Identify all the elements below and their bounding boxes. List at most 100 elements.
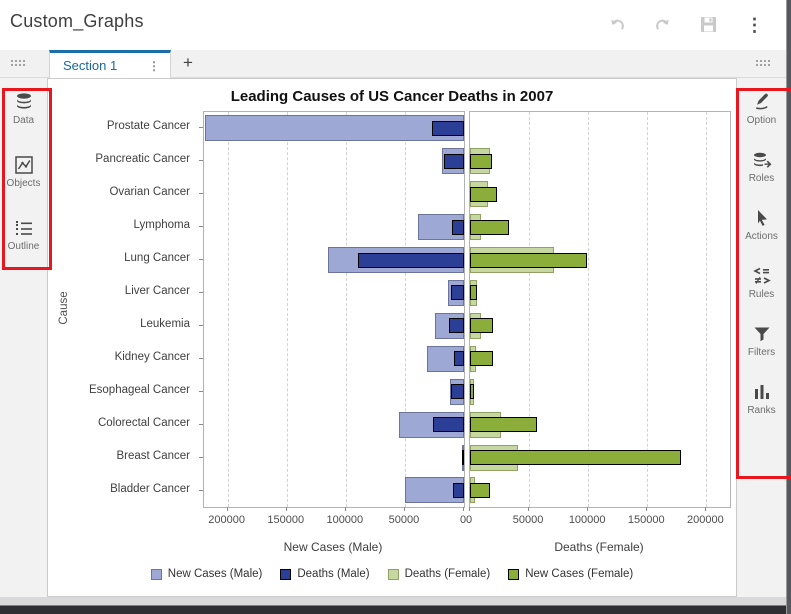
sidebar-item-rules[interactable]: Rules [737, 266, 786, 300]
legend-item-deaths-female[interactable]: Deaths (Female) [387, 568, 490, 580]
bar-new-cases-female-breast-cancer[interactable] [470, 450, 681, 466]
bar-new-cases-female-liver-cancer[interactable] [470, 285, 477, 301]
x-tick-mark [469, 507, 470, 511]
x-axis-title-left: New Cases (Male) [283, 540, 383, 554]
options-pencil-icon [755, 93, 768, 110]
x-tick-label: 50000 [512, 514, 544, 526]
sidebar-item-ranks[interactable]: Ranks [737, 382, 786, 416]
x-tick-label: 200000 [687, 514, 724, 526]
bar-new-cases-female-lung-cancer[interactable] [470, 252, 587, 268]
gridline [529, 112, 531, 507]
bar-new-cases-female-bladder-cancer[interactable] [470, 482, 491, 498]
sidebar-item-options[interactable]: Option [737, 92, 786, 126]
add-section-button[interactable]: + [179, 53, 197, 73]
sidebar-item-outline[interactable]: Outline [0, 218, 47, 252]
rules-compare-icon [752, 267, 771, 284]
x-tick-label: 50000 [388, 514, 420, 526]
bar-deaths-male-lung-cancer[interactable] [358, 252, 464, 268]
save-icon[interactable] [699, 15, 718, 34]
title-bar: Custom_Graphs ⋮ [0, 0, 786, 50]
more-options-icon[interactable]: ⋮ [745, 15, 764, 34]
bar-deaths-male-lymphoma[interactable] [451, 219, 464, 235]
sidebar-item-actions[interactable]: Actions [737, 208, 786, 242]
bar-new-cases-female-pancreatic-cancer[interactable] [470, 153, 492, 169]
x-tick-mark [285, 507, 287, 511]
sidebar-item-filters[interactable]: Filters [737, 324, 786, 358]
gridline [588, 112, 590, 507]
chart-title: Leading Causes of US Cancer Deaths in 20… [230, 88, 554, 105]
legend-item-deaths-male[interactable]: Deaths (Male) [280, 568, 370, 580]
undo-icon[interactable] [607, 15, 626, 34]
outline-list-icon [15, 221, 32, 235]
right-rail: Option Roles Actions Rules Filters Ranks [737, 78, 786, 597]
gridline [286, 112, 288, 507]
gridline [647, 112, 649, 507]
category-label-lymphoma: Lymphoma [133, 219, 190, 232]
category-label-ovarian-cancer: Ovarian Cancer [109, 186, 190, 199]
tab-label: Section 1 [63, 58, 118, 73]
x-tick-mark [344, 507, 346, 511]
legend-swatch-icon [387, 568, 399, 580]
sidebar-item-objects[interactable]: Objects [0, 155, 47, 189]
section-tab-bar: Section 1 ⋮ + [0, 50, 786, 78]
legend-swatch-icon [280, 568, 292, 580]
x-tick-label: 0 [465, 514, 473, 526]
data-cylinder-icon [16, 93, 31, 109]
bar-deaths-male-breast-cancer[interactable] [462, 450, 464, 466]
category-label-esophageal-cancer: Esophageal Cancer [88, 383, 190, 396]
chart-legend: New Cases (Male) Deaths (Male) Deaths (Fem… [48, 568, 736, 580]
bar-deaths-male-esophageal-cancer[interactable] [451, 384, 464, 400]
bar-deaths-male-bladder-cancer[interactable] [452, 482, 464, 498]
category-label-lung-cancer: Lung Cancer [124, 252, 190, 265]
bar-new-cases-female-esophageal-cancer[interactable] [470, 384, 475, 400]
sidebar-item-roles[interactable]: Roles [737, 150, 786, 184]
legend-item-new-cases-female[interactable]: New Cases (Female) [508, 568, 633, 580]
plot-left-half [203, 111, 465, 508]
gridline [227, 112, 229, 507]
bar-new-cases-female-leukemia[interactable] [470, 318, 493, 334]
bar-deaths-male-liver-cancer[interactable] [450, 285, 464, 301]
x-tick-mark [226, 507, 228, 511]
bar-new-cases-female-ovarian-cancer[interactable] [470, 186, 497, 202]
tab-menu-icon[interactable]: ⋮ [148, 59, 160, 73]
x-axis-title-right: Deaths (Female) [554, 540, 644, 554]
bar-deaths-male-pancreatic-cancer[interactable] [444, 153, 464, 169]
x-tick-mark [705, 507, 707, 511]
bar-deaths-male-kidney-cancer[interactable] [454, 351, 464, 367]
category-label-leukemia: Leukemia [140, 317, 190, 330]
right-pane-drag-handle-icon[interactable] [755, 59, 772, 67]
category-label-liver-cancer: Liver Cancer [124, 285, 190, 298]
bar-new-cases-female-kidney-cancer[interactable] [470, 351, 494, 367]
ranks-bars-icon [754, 385, 769, 399]
left-pane-drag-handle-icon[interactable] [10, 59, 27, 67]
legend-item-new-cases-male[interactable]: New Cases (Male) [150, 568, 263, 580]
bar-new-cases-female-colorectal-cancer[interactable] [470, 417, 538, 433]
gridline [345, 112, 347, 507]
sidebar-item-label: Rules [748, 289, 775, 300]
legend-swatch-icon [508, 568, 520, 580]
actions-cursor-icon [757, 210, 767, 226]
redo-icon[interactable] [653, 15, 672, 34]
sidebar-item-label: Actions [745, 231, 778, 242]
bar-deaths-male-prostate-cancer[interactable] [432, 120, 464, 136]
background-bottom-bar [0, 605, 791, 614]
bar-deaths-male-colorectal-cancer[interactable] [433, 417, 464, 433]
background-right-bar [786, 0, 791, 614]
bar-new-cases-male-prostate-cancer[interactable] [205, 115, 464, 142]
x-axis-right: 200000 150000 100000 50000 0 [465, 507, 729, 533]
bar-new-cases-female-lymphoma[interactable] [470, 219, 509, 235]
x-tick-label: 150000 [627, 514, 665, 526]
left-rail: Data Objects Outline [0, 78, 47, 597]
roles-stack-icon [753, 152, 771, 168]
gridline [404, 112, 406, 507]
toolbar: ⋮ [607, 15, 764, 34]
category-label-colorectal-cancer: Colorectal Cancer [97, 416, 190, 429]
bar-deaths-male-leukemia[interactable] [449, 318, 464, 334]
x-tick-label: 200000 [208, 514, 245, 526]
category-axis: Prostate Cancer Pancreatic Cancer Ovarian … [48, 111, 197, 506]
category-label-breast-cancer: Breast Cancer [116, 449, 190, 462]
sidebar-item-data[interactable]: Data [0, 92, 47, 126]
legend-label: New Cases (Male) [167, 568, 263, 580]
category-label-pancreatic-cancer: Pancreatic Cancer [95, 153, 190, 166]
tab-section-1[interactable]: Section 1 ⋮ [49, 50, 171, 78]
